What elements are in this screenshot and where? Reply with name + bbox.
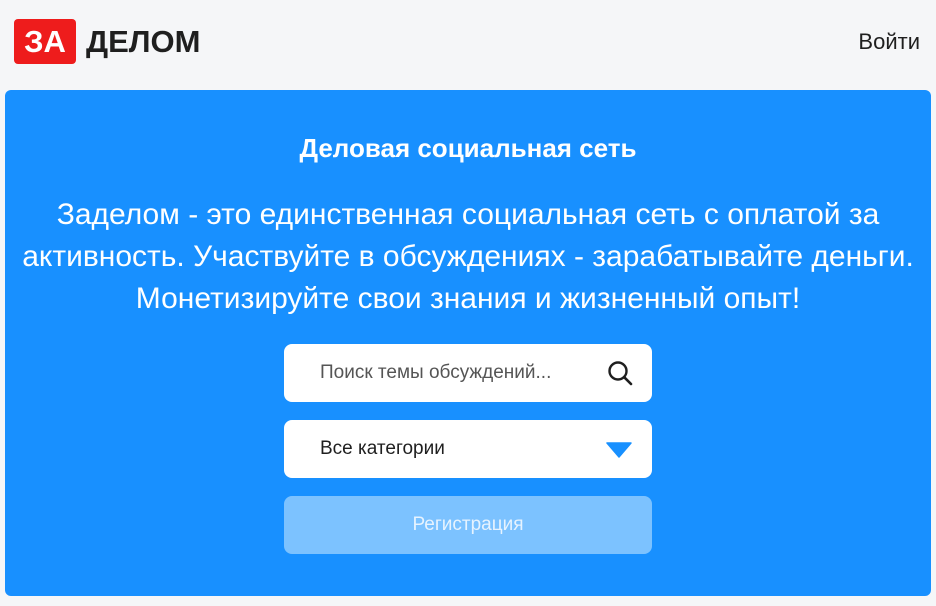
logo-text: ДЕЛОМ <box>86 24 201 59</box>
search-box <box>284 344 652 402</box>
search-icon[interactable] <box>606 359 634 387</box>
hero-panel: Деловая социальная сеть Заделом - это ед… <box>5 90 931 596</box>
hero-title: Деловая социальная сеть <box>299 133 637 163</box>
search-input[interactable] <box>284 344 594 402</box>
logo-mark: ЗА <box>14 19 76 64</box>
site-header: ЗА ДЕЛОМ Войти <box>0 0 936 88</box>
register-button[interactable]: Регистрация <box>284 496 652 554</box>
login-link[interactable]: Войти <box>858 28 920 56</box>
category-select-value: Все категории <box>320 438 445 459</box>
logo[interactable]: ЗА ДЕЛОМ <box>14 19 200 64</box>
category-select[interactable]: Все категории <box>284 420 652 478</box>
caret-down-icon <box>606 442 632 458</box>
hero-description: Заделом - это единственная социальная се… <box>22 198 914 315</box>
